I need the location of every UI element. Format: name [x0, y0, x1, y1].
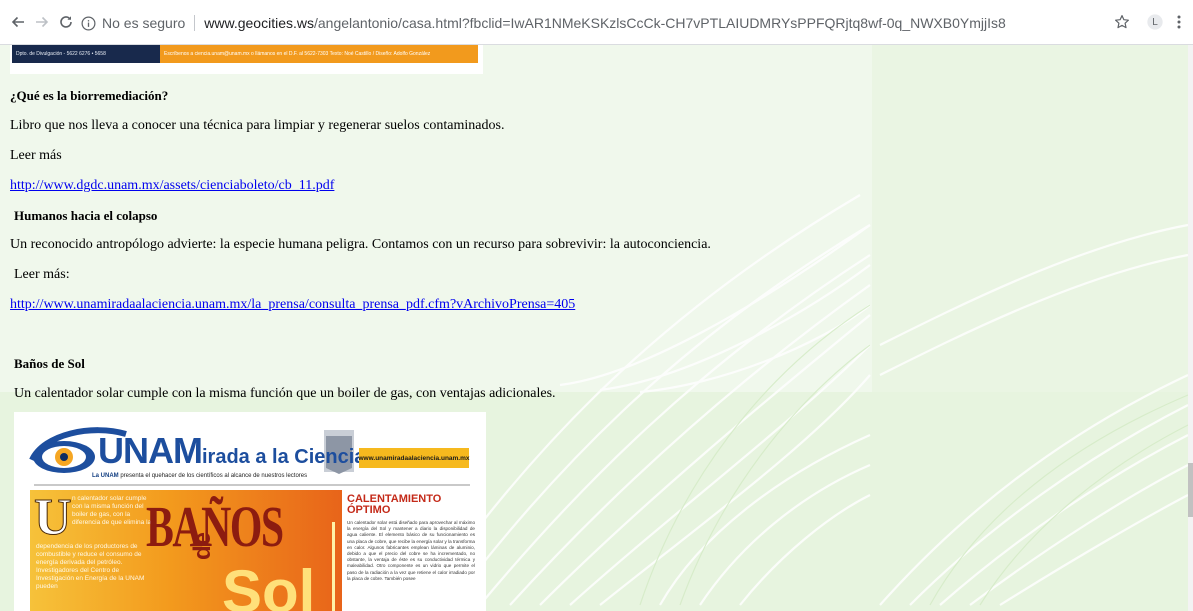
address-separator — [194, 15, 196, 31]
read-more-label: Leer más — [10, 148, 62, 163]
sun-ray-decoration — [332, 522, 335, 611]
banner-strip: Dpto. de Divulgación - 5622 6276 • 5658 … — [12, 45, 478, 63]
article-link[interactable]: http://www.unamiradaalaciencia.unam.mx/l… — [10, 297, 575, 312]
unam-brand: UNAM — [98, 430, 203, 471]
article-link-item: http://www.dgdc.unam.mx/assets/cienciabo… — [10, 178, 334, 194]
article-title: Baños de Sol — [14, 356, 85, 371]
top-banner-image: Dpto. de Divulgación - 5622 6276 • 5658 … — [10, 45, 483, 74]
extension-button[interactable]: L — [1145, 12, 1165, 32]
mirada-brand: irada a la Ciencia — [201, 446, 366, 468]
kebab-menu-icon — [1177, 15, 1181, 29]
article-description: Un calentador solar cumple con la misma … — [14, 386, 556, 401]
forward-button[interactable] — [31, 11, 53, 33]
info-icon[interactable] — [80, 15, 96, 31]
header-divider — [34, 484, 470, 486]
reload-button[interactable] — [55, 11, 77, 33]
tagline-rest: presenta el quehacer de los científicos … — [120, 473, 308, 479]
reload-icon — [60, 16, 72, 28]
unam-logo-text: UNAMirada a la Ciencia — [98, 432, 365, 476]
back-button[interactable] — [7, 11, 29, 33]
article-link[interactable]: http://www.dgdc.unam.mx/assets/cienciabo… — [10, 178, 334, 193]
clipping-tagline: La UNAM presenta el quehacer de los cien… — [92, 473, 307, 479]
side-column-body: Un calentador solar está diseñado para a… — [347, 520, 475, 581]
clipping-headline-sol: Sol — [222, 558, 316, 611]
star-icon — [1115, 15, 1129, 29]
security-label: No es seguro — [102, 15, 186, 31]
article-description: Libro que nos lleva a conocer una técnic… — [10, 118, 505, 133]
intro-text-top: n calentador solar cumple con la misma f… — [72, 495, 152, 527]
article-title: ¿Qué es la biorremediación? — [10, 88, 169, 103]
read-more-label: Leer más: — [14, 267, 70, 282]
arrow-left-icon — [11, 16, 24, 28]
profile-initial: L — [1152, 16, 1158, 28]
clipping-site-url: www.unamiradaalaciencia.unam.mx — [358, 448, 470, 468]
browser-toolbar: No es seguro www.geocities.ws/angelanton… — [0, 0, 1193, 45]
banner-strip-right: Escríbenos a ciencia.unam@unam.mx o llám… — [164, 51, 431, 57]
side-column-title: CALENTAMIENTO ÓPTIMO — [347, 493, 442, 516]
arrow-right-icon — [36, 16, 49, 28]
page-viewport: Dpto. de Divulgación - 5622 6276 • 5658 … — [0, 45, 1193, 611]
browser-menu-button[interactable] — [1173, 12, 1185, 32]
scrollbar-thumb[interactable] — [1188, 463, 1193, 517]
url-path: /angelantonio/casa.html?fbclid=IwAR1NMeK… — [313, 15, 1006, 31]
drop-cap: U — [34, 489, 73, 546]
article-title: Humanos hacia el colapso — [14, 208, 158, 223]
article-link-item: http://www.unamiradaalaciencia.unam.mx/l… — [10, 297, 575, 313]
tagline-bold: La UNAM — [92, 473, 119, 479]
url-host: www.geocities.ws — [204, 15, 314, 31]
banos-de-sol-clipping: UNAMirada a la Ciencia La UNAM presenta … — [14, 412, 486, 611]
scrollbar-track[interactable] — [1188, 45, 1193, 611]
banner-strip-left: Dpto. de Divulgación - 5622 6276 • 5658 — [12, 45, 160, 63]
article-description: Un reconocido antropólogo advierte: la e… — [10, 237, 711, 252]
bookmark-star-button[interactable] — [1112, 12, 1132, 32]
clipping-headline-de: de — [189, 531, 216, 560]
intro-text-bottom: dependencia de los productores de combus… — [36, 543, 145, 591]
address-bar[interactable]: No es seguro www.geocities.ws/angelanton… — [80, 9, 1120, 37]
